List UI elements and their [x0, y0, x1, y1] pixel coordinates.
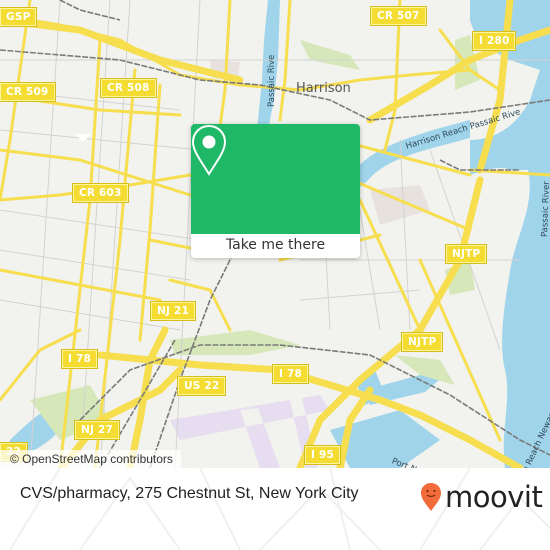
- road-shield-i78-east: I 78: [272, 364, 309, 384]
- map-attribution[interactable]: © OpenStreetMap contributors: [0, 450, 181, 468]
- road-shield-nj27: NJ 27: [74, 420, 120, 440]
- i280: [0, 16, 244, 84]
- road-shield-cr509: CR 509: [0, 82, 56, 102]
- road-shield-i280: I 280: [471, 31, 517, 51]
- road-shield-njtp-north: NJTP: [444, 244, 488, 264]
- footer-bar: CVS/pharmacy, 275 Chestnut St, New York …: [0, 468, 550, 550]
- road-shield-gsp: GSP: [0, 7, 38, 27]
- park-riverbank: [300, 40, 360, 70]
- water-label-passaic-river: Passaic Rive: [267, 54, 277, 107]
- park-airport-edge: [170, 330, 300, 355]
- moovit-wordmark: moovit: [445, 480, 543, 514]
- place-label-harrison: Harrison: [296, 81, 351, 96]
- water-label-passaic-river-east: Passaic River: [540, 181, 550, 238]
- road-shield-cr508: CR 508: [100, 78, 157, 98]
- take-me-there-button[interactable]: Take me there: [191, 234, 360, 258]
- road-shield-i95: I 95: [304, 445, 341, 465]
- road-shield-nj21: NJ 21: [150, 301, 196, 321]
- popup-pointer: [75, 134, 91, 142]
- road-shield-cr603: CR 603: [72, 183, 129, 203]
- popup-header[interactable]: [191, 124, 360, 234]
- destination-address: CVS/pharmacy, 275 Chestnut St, New York …: [20, 485, 359, 502]
- road-shield-njtp-south: NJTP: [400, 332, 444, 352]
- moovit-logo[interactable]: moovit: [420, 480, 543, 514]
- road-shield-i78-west: I 78: [61, 349, 98, 369]
- road-shield-cr507: CR 507: [370, 6, 427, 26]
- road-shield-us22: US 22: [176, 376, 227, 396]
- moovit-pin-smile-icon: [421, 483, 441, 511]
- map-view[interactable]: GSP CR 509 CR 508 CR 507 I 280 CR 603 NJ…: [0, 0, 550, 468]
- location-popup[interactable]: Take me there: [191, 124, 360, 258]
- map-pin-icon: [191, 124, 227, 176]
